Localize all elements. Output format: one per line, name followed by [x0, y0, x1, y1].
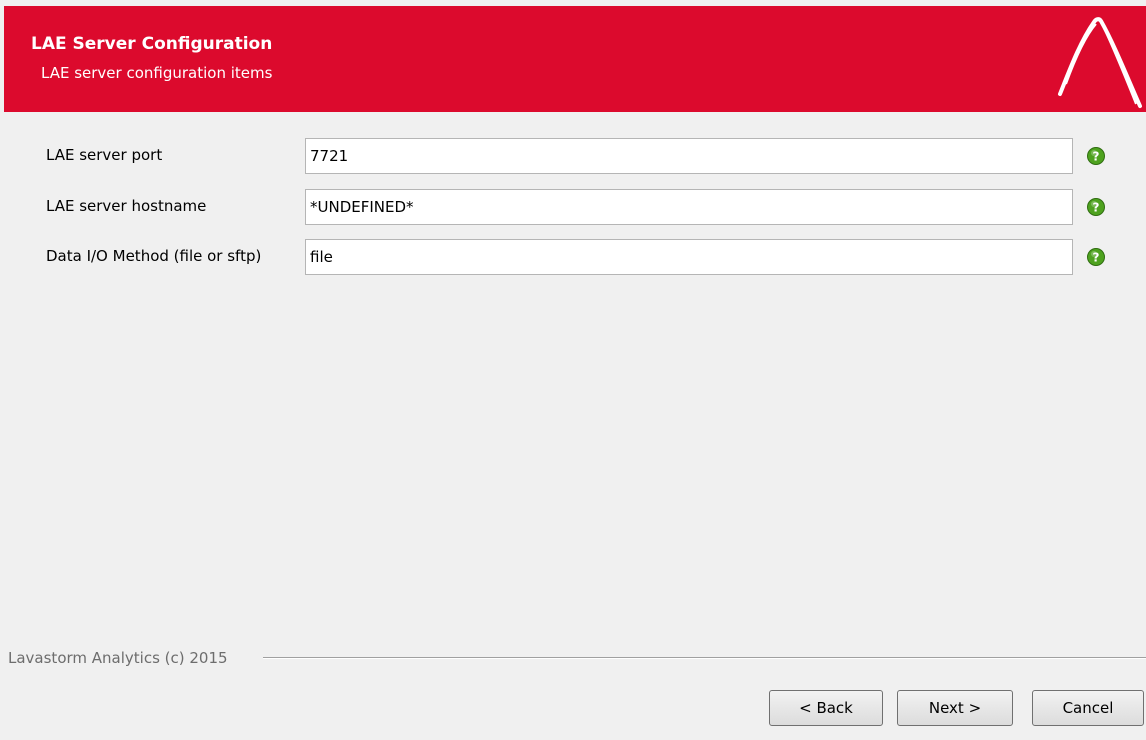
footer-divider: [263, 657, 1146, 659]
hostname-input[interactable]: [305, 189, 1073, 225]
io-method-label: Data I/O Method (file or sftp): [46, 247, 262, 265]
form-row-hostname: LAE server hostname ?: [0, 187, 1146, 227]
port-input[interactable]: [305, 138, 1073, 174]
help-icon[interactable]: ?: [1086, 197, 1106, 217]
hostname-label: LAE server hostname: [46, 197, 207, 215]
copyright-text: Lavastorm Analytics (c) 2015: [8, 649, 228, 667]
next-button[interactable]: Next >: [897, 690, 1013, 726]
form-row-io-method: Data I/O Method (file or sftp) ?: [0, 237, 1146, 277]
lavastorm-logo-icon: [1058, 17, 1142, 108]
header-subtitle: LAE server configuration items: [41, 64, 273, 82]
form-row-port: LAE server port ?: [0, 136, 1146, 176]
header-title: LAE Server Configuration: [31, 34, 273, 54]
svg-text:?: ?: [1093, 251, 1100, 265]
port-label: LAE server port: [46, 146, 163, 164]
svg-text:?: ?: [1093, 201, 1100, 215]
wizard-header: LAE Server Configuration LAE server conf…: [4, 6, 1146, 112]
svg-text:?: ?: [1093, 150, 1100, 164]
cancel-button[interactable]: Cancel: [1032, 690, 1144, 726]
help-icon[interactable]: ?: [1086, 146, 1106, 166]
io-method-input[interactable]: [305, 239, 1073, 275]
help-icon[interactable]: ?: [1086, 247, 1106, 267]
back-button[interactable]: < Back: [769, 690, 883, 726]
